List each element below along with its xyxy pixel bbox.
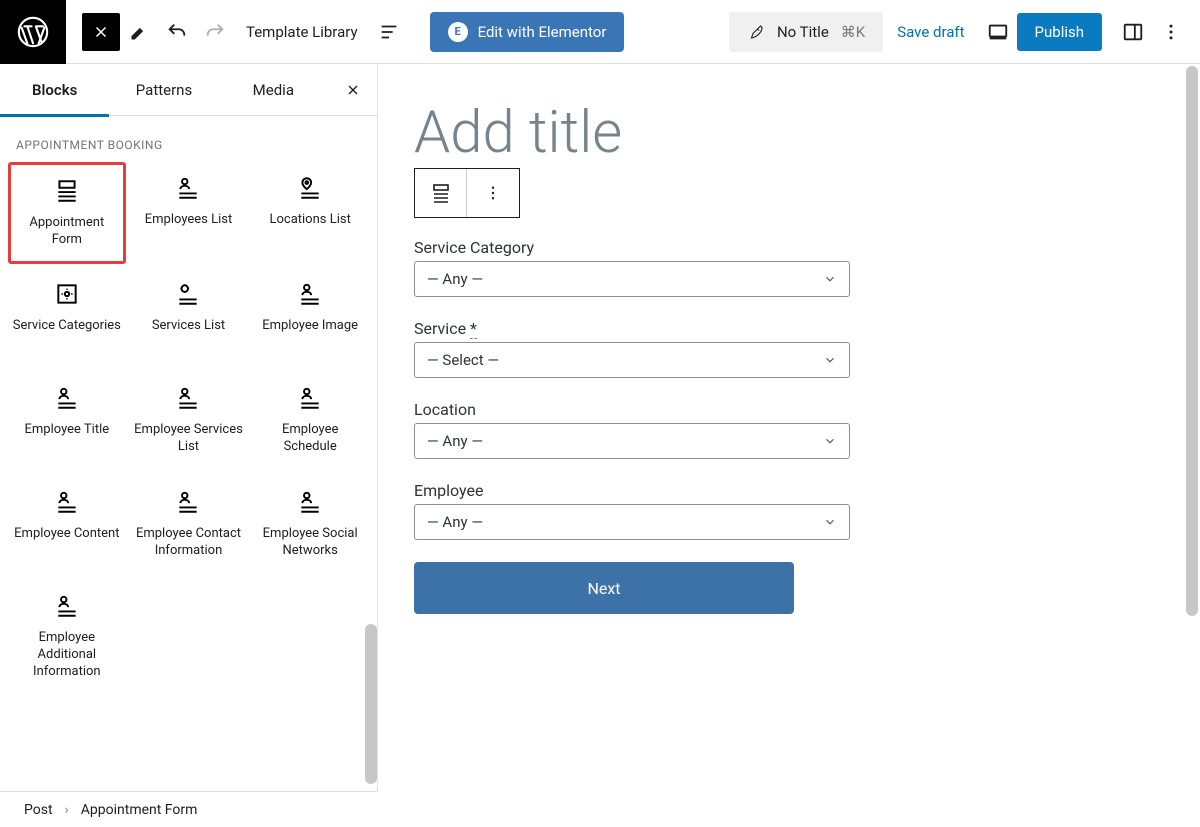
block-item-locations-list[interactable]: Locations List bbox=[251, 162, 369, 264]
wordpress-logo[interactable] bbox=[0, 0, 66, 64]
editor-canvas: Add title Service Category — Any —Servic… bbox=[378, 64, 1200, 791]
top-toolbar: Template Library E Edit with Elementor N… bbox=[0, 0, 1200, 64]
block-item-label: Employee Content bbox=[14, 526, 119, 543]
more-options-icon[interactable] bbox=[1152, 13, 1190, 51]
block-item-employees-list[interactable]: Employees List bbox=[130, 162, 248, 264]
sidebar-scrollbar[interactable] bbox=[365, 624, 377, 784]
block-item-appointment-form[interactable]: Appointment Form bbox=[8, 162, 126, 264]
field-label: Location bbox=[414, 400, 850, 419]
publish-button[interactable]: Publish bbox=[1017, 13, 1102, 51]
block-item-employee-services-list[interactable]: Employee Services List bbox=[130, 372, 248, 472]
post-title-input[interactable]: Add title bbox=[414, 104, 1164, 162]
chevron-right-icon: › bbox=[65, 802, 69, 818]
block-item-employee-social-networks[interactable]: Employee Social Networks bbox=[251, 476, 369, 576]
block-item-service-categories[interactable]: Service Categories bbox=[8, 268, 126, 368]
command-palette-label: No Title bbox=[777, 23, 829, 41]
form-icon bbox=[53, 177, 81, 205]
person-list-icon bbox=[174, 488, 202, 516]
field-value: — Select — bbox=[427, 351, 499, 369]
chevron-down-icon bbox=[823, 272, 837, 286]
tab-patterns[interactable]: Patterns bbox=[109, 64, 218, 116]
pin-list-icon bbox=[296, 174, 324, 202]
command-palette-shortcut: ⌘K bbox=[841, 23, 865, 41]
chevron-down-icon bbox=[823, 434, 837, 448]
block-item-label: Services List bbox=[152, 318, 225, 335]
block-type-icon[interactable] bbox=[415, 169, 467, 217]
field-label: Employee bbox=[414, 481, 850, 500]
block-item-employee-title[interactable]: Employee Title bbox=[8, 372, 126, 472]
block-more-icon[interactable] bbox=[467, 169, 519, 217]
block-item-label: Employee Contact Information bbox=[134, 526, 244, 560]
person-list-icon bbox=[296, 384, 324, 412]
required-marker: * bbox=[470, 319, 477, 339]
block-item-employee-additional-information[interactable]: Employee Additional Information bbox=[8, 580, 126, 693]
block-breadcrumb: Post › Appointment Form bbox=[0, 791, 378, 827]
field-value: — Any — bbox=[427, 513, 483, 531]
block-toolbar bbox=[414, 168, 520, 218]
field-select-location[interactable]: — Any — bbox=[414, 423, 850, 459]
field-select-employee[interactable]: — Any — bbox=[414, 504, 850, 540]
feather-icon bbox=[747, 23, 765, 41]
block-item-employee-schedule[interactable]: Employee Schedule bbox=[251, 372, 369, 472]
field-value: — Any — bbox=[427, 270, 483, 288]
block-item-employee-image[interactable]: Employee Image bbox=[251, 268, 369, 368]
block-item-label: Employee Image bbox=[262, 318, 358, 335]
field-label: Service * bbox=[414, 319, 850, 338]
tab-blocks[interactable]: Blocks bbox=[0, 64, 109, 116]
field-value: — Any — bbox=[427, 432, 483, 450]
save-draft-link[interactable]: Save draft bbox=[897, 23, 964, 41]
block-item-label: Appointment Form bbox=[15, 215, 119, 249]
field-select-service-category[interactable]: — Any — bbox=[414, 261, 850, 297]
edit-with-elementor-button[interactable]: E Edit with Elementor bbox=[430, 12, 625, 52]
elementor-badge-icon: E bbox=[448, 22, 468, 42]
settings-panel-icon[interactable] bbox=[1114, 13, 1152, 51]
breadcrumb-current: Appointment Form bbox=[81, 802, 198, 818]
breadcrumb-root[interactable]: Post bbox=[24, 802, 53, 818]
tab-media[interactable]: Media bbox=[219, 64, 328, 116]
block-item-label: Employee Additional Information bbox=[12, 630, 122, 681]
block-item-label: Employees List bbox=[145, 212, 232, 229]
appointment-form-preview: Service Category — Any — Service * — Selec… bbox=[414, 238, 850, 614]
command-palette-button[interactable]: No Title ⌘K bbox=[729, 12, 883, 52]
person-list-icon bbox=[174, 384, 202, 412]
block-item-label: Employee Services List bbox=[134, 422, 244, 456]
block-inserter-sidebar: Blocks Patterns Media APPOINTMENT BOOKIN… bbox=[0, 64, 378, 791]
block-item-label: Employee Social Networks bbox=[255, 526, 365, 560]
section-title: APPOINTMENT BOOKING bbox=[0, 116, 377, 162]
person-list-icon bbox=[53, 488, 81, 516]
preview-icon[interactable] bbox=[979, 13, 1017, 51]
redo-button[interactable] bbox=[196, 13, 234, 51]
template-library-button[interactable]: Template Library bbox=[246, 23, 358, 41]
next-button[interactable]: Next bbox=[414, 562, 794, 614]
field-label: Service Category bbox=[414, 238, 850, 257]
close-inserter-button[interactable] bbox=[82, 13, 120, 51]
edit-mode-icon[interactable] bbox=[120, 13, 158, 51]
person-list-icon bbox=[174, 174, 202, 202]
block-item-label: Employee Title bbox=[25, 422, 110, 439]
close-tabs-icon[interactable] bbox=[328, 82, 378, 98]
person-list-icon bbox=[53, 592, 81, 620]
person-list-icon bbox=[53, 384, 81, 412]
person-list-icon bbox=[296, 488, 324, 516]
gear-list-icon bbox=[174, 280, 202, 308]
undo-button[interactable] bbox=[158, 13, 196, 51]
block-item-services-list[interactable]: Services List bbox=[130, 268, 248, 368]
page-scrollbar[interactable] bbox=[1186, 66, 1198, 616]
block-item-employee-content[interactable]: Employee Content bbox=[8, 476, 126, 576]
chevron-down-icon bbox=[823, 515, 837, 529]
elementor-button-label: Edit with Elementor bbox=[478, 23, 607, 41]
block-item-employee-contact-information[interactable]: Employee Contact Information bbox=[130, 476, 248, 576]
gear-box-icon bbox=[53, 280, 81, 308]
block-grid: Appointment Form Employees List Locations … bbox=[0, 162, 377, 692]
block-item-label: Service Categories bbox=[13, 318, 121, 335]
block-item-label: Employee Schedule bbox=[255, 422, 365, 456]
field-select-service[interactable]: — Select — bbox=[414, 342, 850, 378]
chevron-down-icon bbox=[823, 353, 837, 367]
editor-main: Blocks Patterns Media APPOINTMENT BOOKIN… bbox=[0, 64, 1200, 791]
block-item-label: Locations List bbox=[269, 212, 350, 229]
inserter-tabs: Blocks Patterns Media bbox=[0, 64, 378, 116]
document-overview-icon[interactable] bbox=[370, 13, 408, 51]
person-list-icon bbox=[296, 280, 324, 308]
